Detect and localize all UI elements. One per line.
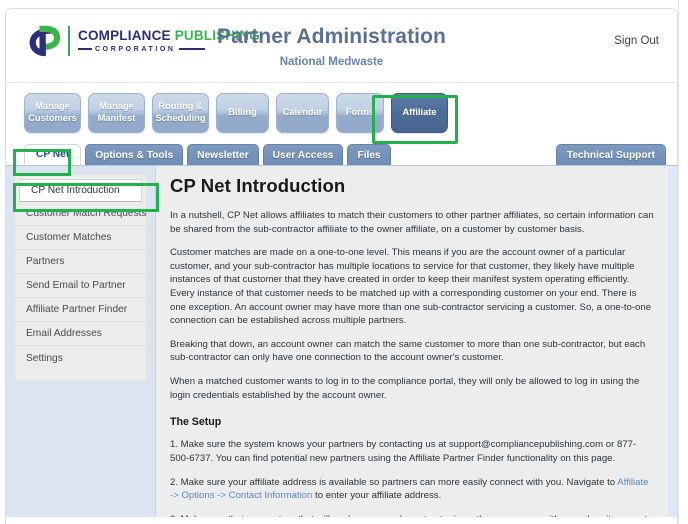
window-right-rail: [678, 0, 688, 524]
page-header: COMPLIANCE PUBLISHING CORPORATION Partne…: [6, 9, 677, 82]
intro-paragraph-1: In a nutshell, CP Net allows affiliates …: [170, 210, 654, 235]
brand-logo[interactable]: COMPLIANCE PUBLISHING CORPORATION: [24, 23, 260, 59]
setup-step-3: 3. Make sure that any partner that will …: [170, 513, 654, 517]
compliance-publishing-logo-icon: [29, 25, 61, 57]
primary-tab-label-2: Manifest: [97, 113, 136, 123]
primary-tab-manage[interactable]: Manage Manifest: [88, 93, 145, 133]
sidebar-item-send-email-to-partner[interactable]: Send Email to Partner: [15, 274, 146, 298]
primary-tab-list: Manage Customers Manage Manifest Routing & Sc…: [24, 83, 677, 133]
secondary-tab-cp-net[interactable]: CP Net: [24, 144, 82, 165]
content-scrollbar[interactable]: [668, 166, 677, 517]
logo-rule-right: [178, 48, 205, 51]
primary-tab-label-2: Scheduling: [155, 113, 206, 123]
setup-step-2-text-before: 2. Make sure your affiliate address is a…: [170, 476, 618, 488]
logo-word-corporation: CORPORATION: [95, 45, 176, 53]
sign-out-link[interactable]: Sign Out: [614, 35, 659, 47]
primary-tab-manage[interactable]: Manage Customers: [24, 93, 81, 133]
primary-tab-label: Routing &: [158, 101, 203, 112]
sidebar-item-customer-match-requests[interactable]: Customer Match Requests: [15, 202, 147, 226]
secondary-nav: CP Net Options & Tools Newsletter User Acce…: [6, 142, 677, 165]
content-heading: CP Net Introduction: [170, 175, 346, 196]
primary-tab-affiliate[interactable]: Affiliate: [391, 93, 448, 133]
secondary-tab-newsletter[interactable]: Newsletter: [187, 144, 259, 165]
primary-tab-label: Manage: [99, 101, 134, 112]
secondary-tab-files[interactable]: Files: [347, 144, 391, 165]
primary-tab-label: Calendar: [282, 107, 323, 118]
logo-wordmark: COMPLIANCE PUBLISHING CORPORATION: [78, 29, 260, 53]
setup-step-1: 1. Make sure the system knows your partn…: [170, 439, 637, 464]
logo-rule-left: [78, 48, 92, 51]
primary-tab-calendar[interactable]: Calendar: [276, 93, 329, 133]
sidebar-item-cp-net-introduction[interactable]: CP Net Introduction: [19, 179, 142, 202]
primary-tab-label: Forms: [345, 107, 375, 118]
page-card: COMPLIANCE PUBLISHING CORPORATION Partne…: [5, 8, 678, 524]
primary-tab-label: Manage: [35, 101, 70, 112]
app-root: COMPLIANCE PUBLISHING CORPORATION Partne…: [0, 0, 688, 524]
primary-tab-routing[interactable]: Routing & Scheduling: [152, 93, 209, 133]
secondary-tab-user-access[interactable]: User Access: [262, 144, 344, 165]
sidebar-item-email-addresses[interactable]: Email Addresses: [15, 322, 146, 346]
primary-tab-billing[interactable]: Billing: [216, 93, 269, 133]
sidebar-item-affiliate-partner-finder[interactable]: Affiliate Partner Finder: [15, 298, 146, 322]
sidebar-item-partners[interactable]: Partners: [15, 250, 146, 274]
main-content: CP Net Introduction In a nutshell, CP Ne…: [155, 166, 677, 517]
sidebar-item-customer-matches[interactable]: Customer Matches: [15, 226, 146, 250]
setup-heading: The Setup: [170, 416, 222, 429]
logo-word-publishing: PUBLISHING: [174, 28, 260, 44]
intro-paragraph-4: When a matched customer wants to log in …: [170, 376, 640, 401]
page-body: CP Net Introduction Customer Match Reques…: [6, 165, 677, 517]
primary-tab-forms[interactable]: Forms: [336, 93, 384, 133]
sidebar-item-settings[interactable]: Settings: [15, 346, 146, 370]
intro-paragraph-3: Breaking that down, an account owner can…: [170, 338, 646, 364]
logo-word-compliance: COMPLIANCE: [78, 28, 171, 44]
primary-tab-label: Billing: [228, 107, 257, 118]
logo-divider: [68, 26, 70, 56]
sidebar-menu: CP Net Introduction Customer Match Reques…: [14, 174, 147, 381]
primary-tab-label-2: Customers: [28, 113, 77, 123]
technical-support-button[interactable]: Technical Support: [555, 144, 666, 165]
intro-paragraph-2: Customer matches are made on a one-to-on…: [170, 247, 652, 327]
primary-nav: Manage Customers Manage Manifest Routing & Sc…: [6, 82, 677, 142]
setup-step-2: 2. Make sure your affiliate address is a…: [170, 476, 654, 503]
sidebar: CP Net Introduction Customer Match Reques…: [6, 166, 155, 517]
secondary-tab-options-tools[interactable]: Options & Tools: [85, 144, 184, 165]
primary-tab-label: Affiliate: [402, 107, 437, 118]
setup-step-2-text-after: to enter your affiliate address.: [312, 490, 442, 502]
